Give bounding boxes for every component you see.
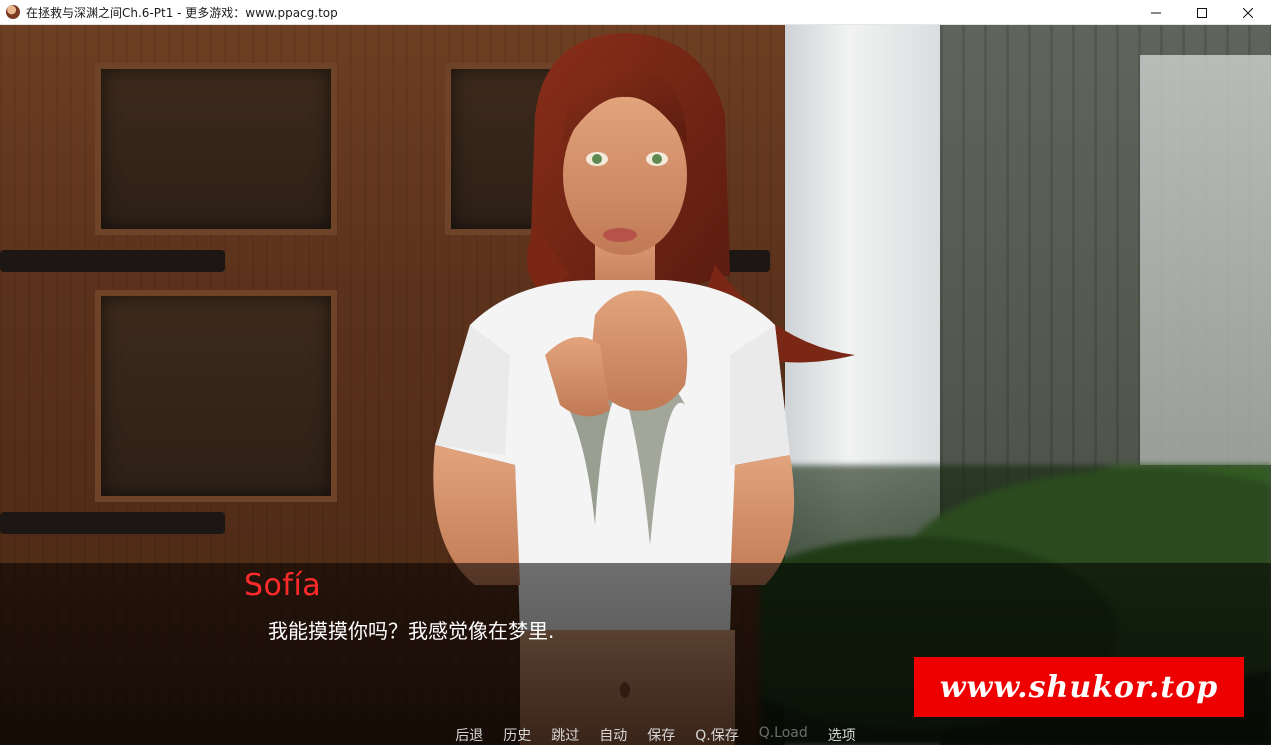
close-icon <box>1243 7 1253 18</box>
maximize-icon <box>1197 7 1207 18</box>
door-window-panel <box>95 63 337 235</box>
speaker-name: Sofía <box>244 568 322 603</box>
qm-skip-button[interactable]: 跳过 <box>551 725 579 745</box>
qm-preferences-button[interactable]: 选项 <box>828 725 856 745</box>
qm-quick-save-button[interactable]: Q.保存 <box>695 725 738 745</box>
door-hinge <box>0 250 225 272</box>
game-scene[interactable]: Sofía 我能摸摸你吗？我感觉像在梦里. www.shukor.top 后退 … <box>0 25 1271 745</box>
window-title: 在拯救与深渊之间Ch.6-Pt1 - 更多游戏：www.ppacg.top <box>26 5 338 20</box>
window-controls <box>1133 0 1271 25</box>
qm-quick-load-button[interactable]: Q.Load <box>759 725 808 745</box>
qm-auto-button[interactable]: 自动 <box>599 725 627 745</box>
house-window-background <box>1140 55 1271 465</box>
dialogue-box[interactable] <box>0 563 1271 745</box>
watermark-banner: www.shukor.top <box>914 657 1244 717</box>
minimize-button[interactable] <box>1133 0 1179 25</box>
game-avatar-icon <box>6 5 20 19</box>
minimize-icon <box>1151 12 1161 13</box>
quick-menu: 后退 历史 跳过 自动 保存 Q.保存 Q.Load 选项 <box>0 725 1271 745</box>
maximize-button[interactable] <box>1179 0 1225 25</box>
qm-history-button[interactable]: 历史 <box>503 725 531 745</box>
door-hinge <box>0 512 225 534</box>
qm-back-button[interactable]: 后退 <box>455 725 483 745</box>
window-titlebar: 在拯救与深渊之间Ch.6-Pt1 - 更多游戏：www.ppacg.top <box>0 0 1271 25</box>
close-button[interactable] <box>1225 0 1271 25</box>
dialogue-text: 我能摸摸你吗？我感觉像在梦里. <box>268 619 555 643</box>
door-lower-panel <box>95 290 337 502</box>
qm-save-button[interactable]: 保存 <box>647 725 675 745</box>
